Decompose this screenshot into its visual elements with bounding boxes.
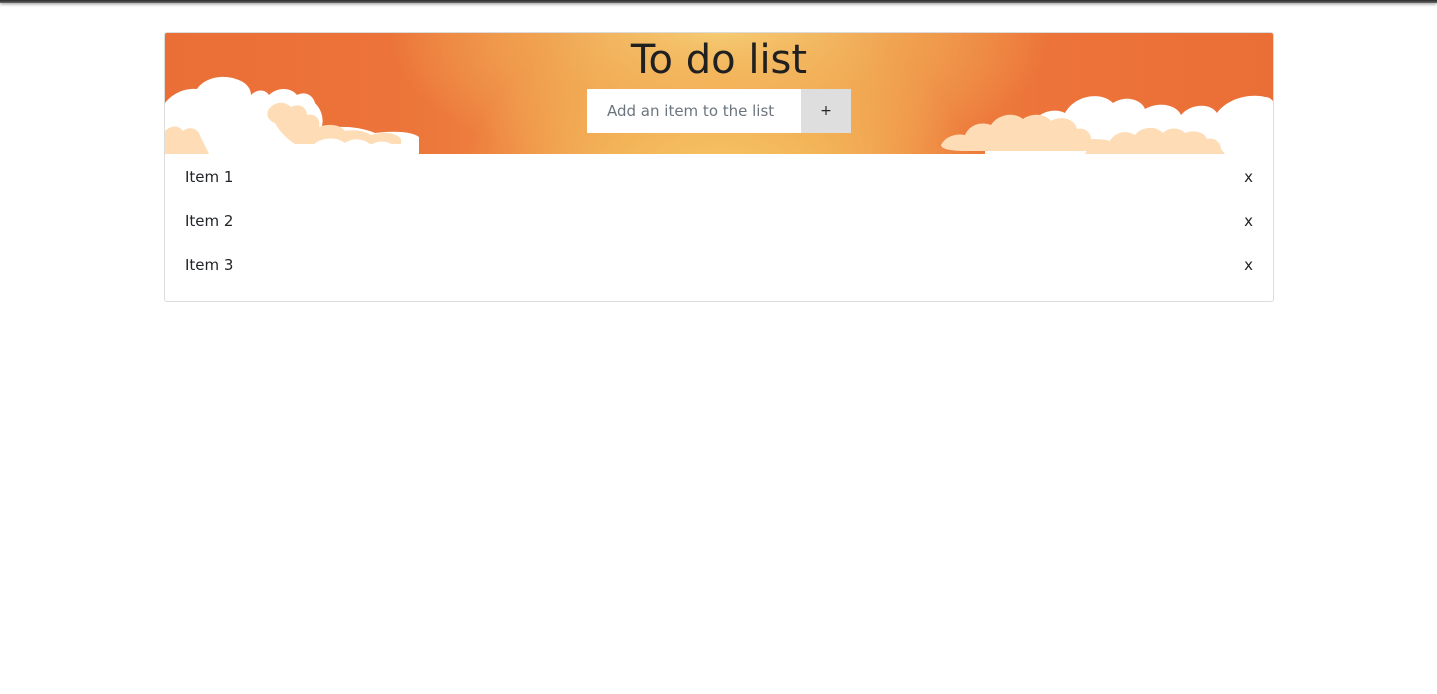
todo-list: Item 1 x Item 2 x Item 3 x	[165, 154, 1273, 287]
page-title: To do list	[630, 37, 808, 83]
list-item-label: Item 3	[185, 256, 234, 274]
list-item-label: Item 1	[185, 168, 234, 186]
delete-item-button[interactable]: x	[1244, 212, 1253, 230]
delete-item-button[interactable]: x	[1244, 256, 1253, 274]
add-item-button[interactable]: +	[801, 89, 851, 133]
window-top-shadow	[0, 0, 1437, 3]
list-item: Item 3 x	[165, 243, 1273, 287]
list-item-label: Item 2	[185, 212, 234, 230]
todo-card: To do list + Item 1 x Item 2 x Item 3 x	[164, 32, 1274, 302]
add-item-form: +	[587, 89, 851, 133]
todo-header: To do list +	[165, 33, 1273, 154]
list-item: Item 1 x	[165, 155, 1273, 199]
delete-item-button[interactable]: x	[1244, 168, 1253, 186]
add-item-input[interactable]	[587, 89, 801, 133]
list-item: Item 2 x	[165, 199, 1273, 243]
left-cloud-group	[165, 76, 419, 154]
right-cloud-group	[941, 95, 1273, 154]
